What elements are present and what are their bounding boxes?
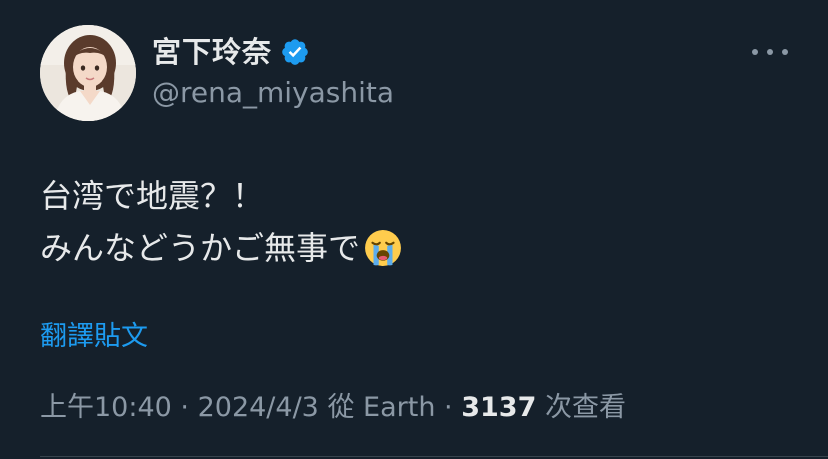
avatar[interactable] [40, 25, 136, 121]
tweet-line-text: 台湾で地震？！ [40, 177, 265, 215]
tweet: 宮下玲奈 @rena_miyashita 台湾で地震？！ みんなどうかご無事で [0, 0, 828, 459]
tweet-line-text: みんなどうかご無事で [40, 229, 361, 267]
more-options-icon[interactable] [752, 40, 788, 64]
loudly-crying-face-icon [364, 229, 402, 267]
tweet-date[interactable]: 2024/4/3 [198, 392, 319, 423]
user-handle[interactable]: @rena_miyashita [152, 75, 394, 111]
more-dot [767, 49, 773, 55]
translate-post-link[interactable]: 翻譯貼文 [40, 318, 148, 356]
tweet-text: 台湾で地震？！ みんなどうかご無事で [40, 170, 800, 274]
display-name[interactable]: 宮下玲奈 [152, 33, 272, 71]
verified-badge-icon[interactable] [280, 37, 310, 67]
tweet-source: Earth [363, 392, 436, 423]
divider [40, 456, 828, 457]
views-label: 次查看 [544, 392, 626, 423]
source-prefix: 從 [327, 392, 355, 423]
display-name-row: 宮下玲奈 [152, 33, 310, 71]
tweet-time[interactable]: 上午10:40 [40, 392, 172, 423]
views-count[interactable]: 3137 [461, 392, 536, 423]
tweet-meta: 上午10:40 · 2024/4/3 從 Earth · 3137 次查看 [40, 389, 626, 427]
avatar-image [40, 25, 136, 121]
meta-separator: · [435, 392, 462, 423]
more-dot [752, 49, 758, 55]
more-dot [782, 49, 788, 55]
meta-separator: · [180, 392, 189, 423]
tweet-line: 台湾で地震？！ [40, 170, 800, 222]
tweet-line: みんなどうかご無事で [40, 222, 800, 274]
